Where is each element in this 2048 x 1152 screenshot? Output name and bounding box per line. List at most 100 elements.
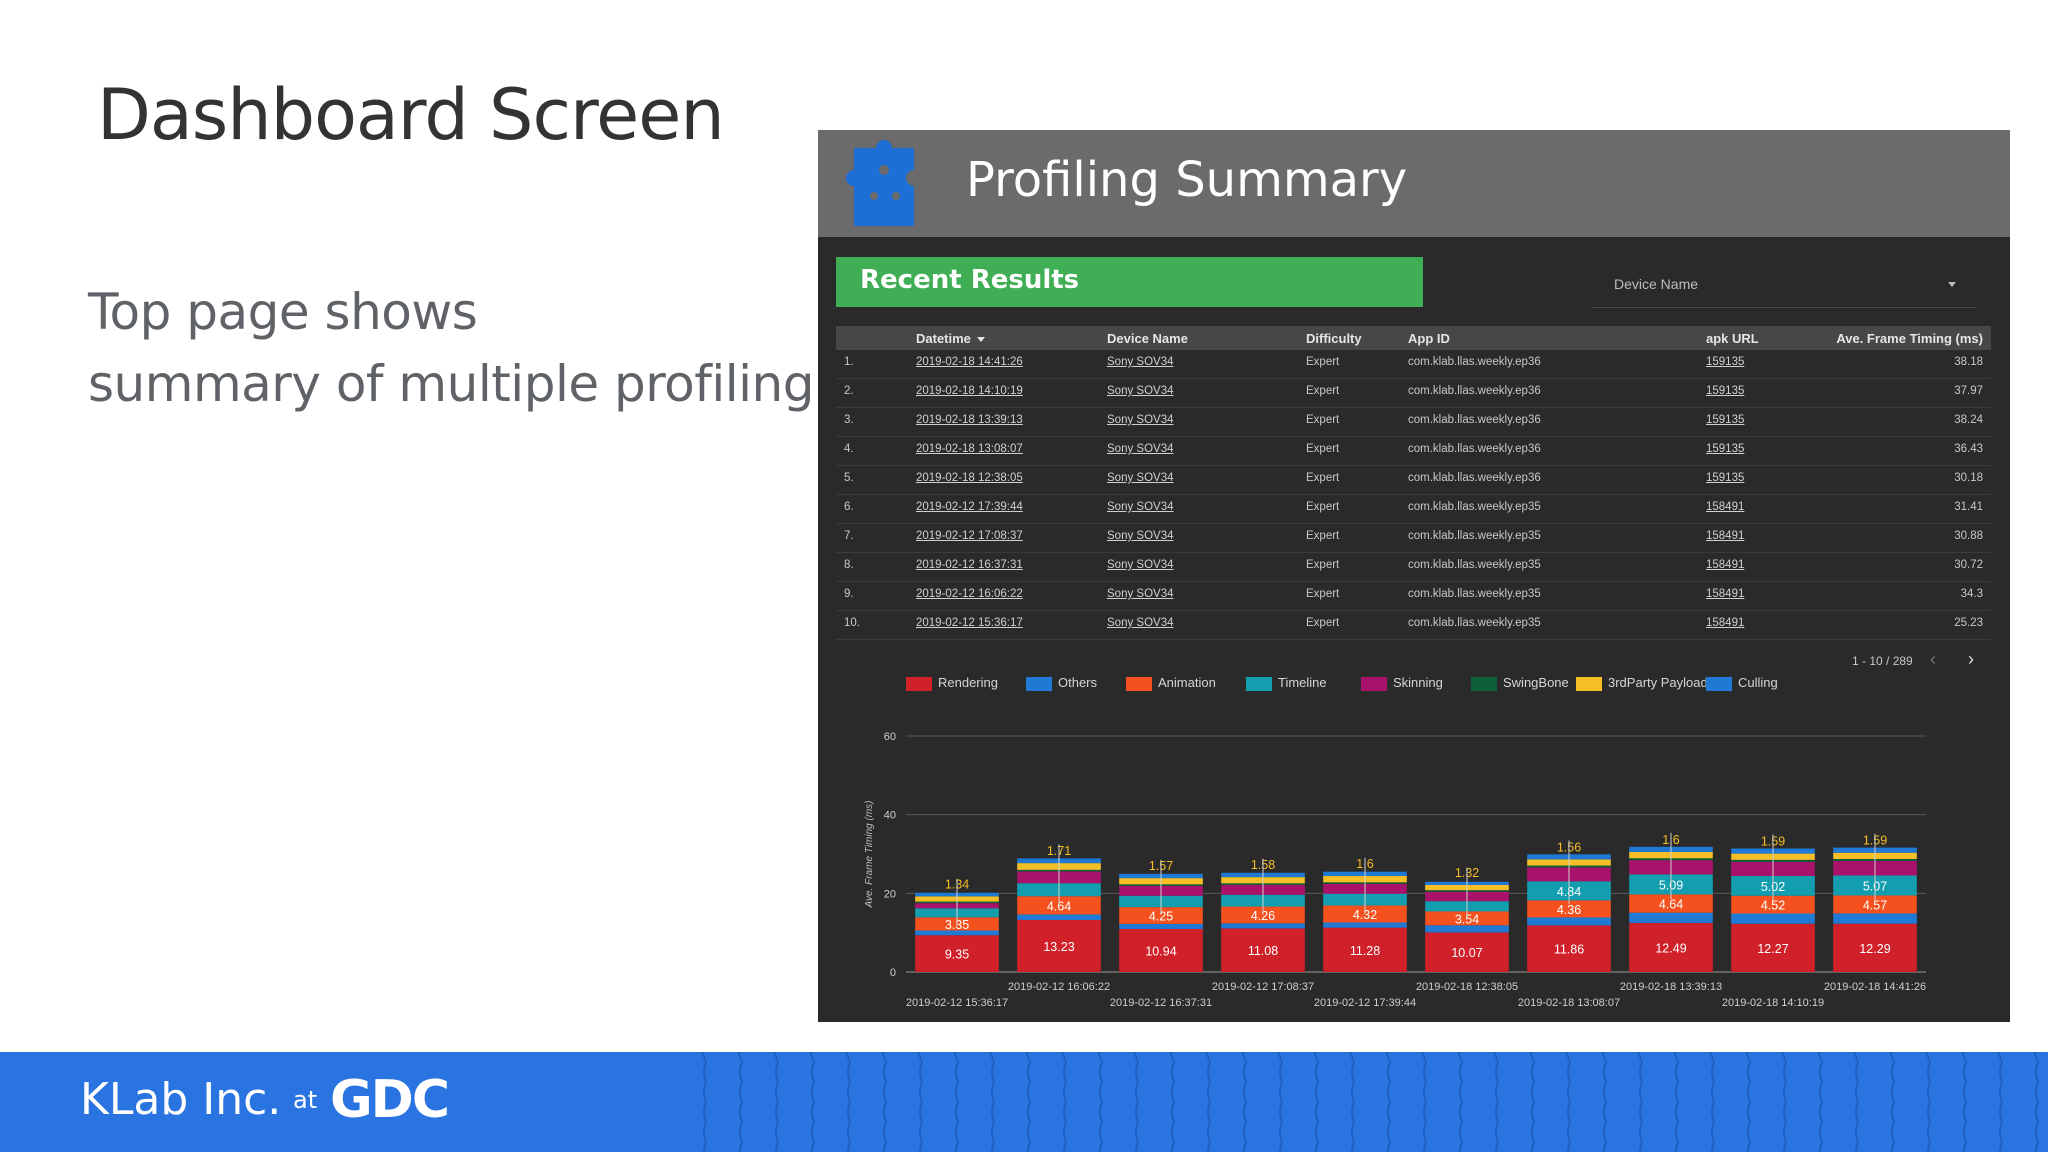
bar-segment-others (1833, 913, 1917, 924)
difficulty-cell: Expert (1306, 414, 1340, 426)
data-label: 12.27 (1757, 942, 1788, 956)
legend-item-animation[interactable]: Animation (1126, 675, 1216, 691)
x-tick-label: 2019-02-12 17:08:37 (1212, 981, 1314, 993)
table-row: 4. 2019-02-18 13:08:07 Sony SOV34 Expert com… (836, 437, 1991, 466)
device-link[interactable]: Sony SOV34 (1107, 414, 1173, 426)
table-row: 6. 2019-02-12 17:39:44 Sony SOV34 Expert com… (836, 495, 1991, 524)
x-tick-label: 2019-02-18 14:41:26 (1824, 981, 1926, 993)
wave-line (1637, 1052, 1644, 1152)
legend-swatch (1361, 676, 1387, 691)
legend-item-culling[interactable]: Culling (1706, 675, 1778, 691)
column-header-apk-url[interactable]: apk URL (1706, 331, 1759, 346)
wave-line (1025, 1052, 1032, 1152)
apk-link[interactable]: 158491 (1706, 559, 1744, 571)
data-label: 10.94 (1145, 944, 1176, 958)
row-number: 1. (844, 356, 854, 368)
device-link[interactable]: Sony SOV34 (1107, 385, 1173, 397)
legend-item-3rdparty-payload[interactable]: 3rdParty Payload (1576, 675, 1708, 691)
chevron-right-icon[interactable]: › (1968, 649, 1974, 670)
legend-item-rendering[interactable]: Rendering (906, 675, 998, 691)
wave-line (953, 1052, 960, 1152)
bar-segment-others (1527, 917, 1611, 926)
device-link[interactable]: Sony SOV34 (1107, 501, 1173, 513)
y-axis-label: Ave. Frame Timing (ms) (864, 801, 875, 909)
device-link[interactable]: Sony SOV34 (1107, 443, 1173, 455)
bar-segment-others (1119, 923, 1203, 929)
app-logo-icon (846, 140, 914, 226)
column-header-datetime[interactable]: Datetime (916, 331, 985, 346)
data-label: 12.29 (1859, 942, 1890, 956)
datetime-link[interactable]: 2019-02-12 16:37:31 (916, 559, 1023, 571)
frame-timing-cell: 30.18 (1954, 472, 1983, 484)
row-number: 7. (844, 530, 854, 542)
legend-swatch (1126, 676, 1152, 691)
wave-line (1349, 1052, 1356, 1152)
apk-link[interactable]: 159135 (1706, 472, 1744, 484)
datetime-link[interactable]: 2019-02-12 17:39:44 (916, 501, 1023, 513)
datetime-link[interactable]: 2019-02-18 13:39:13 (916, 414, 1023, 426)
device-name-select[interactable]: Device Name (1592, 266, 1976, 308)
apk-link[interactable]: 158491 (1706, 501, 1744, 513)
datetime-link[interactable]: 2019-02-12 17:08:37 (916, 530, 1023, 542)
datetime-link[interactable]: 2019-02-18 12:38:05 (916, 472, 1023, 484)
footer-at: at (293, 1086, 318, 1114)
table-row: 10. 2019-02-12 15:36:17 Sony SOV34 Expert co… (836, 611, 1991, 640)
data-label: 10.07 (1451, 946, 1482, 960)
difficulty-cell: Expert (1306, 385, 1340, 397)
device-link[interactable]: Sony SOV34 (1107, 472, 1173, 484)
column-header-frame-timing[interactable]: Ave. Frame Timing (ms) (1836, 331, 1983, 346)
dashboard-header: Profiling Summary (818, 130, 2010, 237)
datetime-link[interactable]: 2019-02-18 14:41:26 (916, 356, 1023, 368)
legend-item-skinning[interactable]: Skinning (1361, 675, 1443, 691)
wave-line (1529, 1052, 1536, 1152)
y-tick-label: 60 (884, 731, 896, 743)
row-number: 5. (844, 472, 854, 484)
column-header-app-id[interactable]: App ID (1408, 331, 1450, 346)
table-body: 1. 2019-02-18 14:41:26 Sony SOV34 Expert com… (836, 350, 1991, 640)
apk-link[interactable]: 159135 (1706, 356, 1744, 368)
apk-link[interactable]: 158491 (1706, 617, 1744, 629)
datetime-link[interactable]: 2019-02-12 15:36:17 (916, 617, 1023, 629)
device-link[interactable]: Sony SOV34 (1107, 559, 1173, 571)
wave-line (701, 1052, 708, 1152)
results-table: Datetime Device Name Difficulty App ID a… (836, 326, 1991, 640)
chevron-left-icon[interactable]: ‹ (1930, 649, 1936, 670)
device-link[interactable]: Sony SOV34 (1107, 530, 1173, 542)
legend-item-swingbone[interactable]: SwingBone (1471, 675, 1569, 691)
device-link[interactable]: Sony SOV34 (1107, 356, 1173, 368)
wave-line (845, 1052, 852, 1152)
datetime-link[interactable]: 2019-02-18 14:10:19 (916, 385, 1023, 397)
frame-timing-cell: 37.97 (1954, 385, 1983, 397)
slide-body-line-1: Top page shows (88, 283, 478, 341)
legend-item-timeline[interactable]: Timeline (1246, 675, 1327, 691)
legend-label: Rendering (938, 675, 998, 690)
column-header-difficulty[interactable]: Difficulty (1306, 331, 1362, 346)
row-number: 9. (844, 588, 854, 600)
apk-link[interactable]: 159135 (1706, 443, 1744, 455)
x-tick-label: 2019-02-18 13:39:13 (1620, 981, 1722, 993)
dashboard-title: Profiling Summary (966, 152, 1408, 208)
legend-item-others[interactable]: Others (1026, 675, 1097, 691)
app-id-cell: com.klab.llas.weekly.ep35 (1408, 559, 1541, 571)
apk-link[interactable]: 158491 (1706, 588, 1744, 600)
row-number: 6. (844, 501, 854, 513)
device-link[interactable]: Sony SOV34 (1107, 617, 1173, 629)
app-id-cell: com.klab.llas.weekly.ep35 (1408, 530, 1541, 542)
apk-link[interactable]: 159135 (1706, 414, 1744, 426)
datetime-link[interactable]: 2019-02-12 16:06:22 (916, 588, 1023, 600)
table-row: 7. 2019-02-12 17:08:37 Sony SOV34 Expert com… (836, 524, 1991, 553)
recent-results-label: Recent Results (860, 265, 1080, 295)
datetime-link[interactable]: 2019-02-18 13:08:07 (916, 443, 1023, 455)
difficulty-cell: Expert (1306, 501, 1340, 513)
apk-link[interactable]: 158491 (1706, 530, 1744, 542)
wave-line (881, 1052, 888, 1152)
sort-desc-icon (976, 337, 985, 343)
apk-link[interactable]: 159135 (1706, 385, 1744, 397)
wave-line (1061, 1052, 1068, 1152)
row-number: 2. (844, 385, 854, 397)
wave-line (1133, 1052, 1140, 1152)
wave-line (1673, 1052, 1680, 1152)
x-tick-label: 2019-02-18 13:08:07 (1518, 997, 1620, 1009)
column-header-device-name[interactable]: Device Name (1107, 331, 1188, 346)
device-link[interactable]: Sony SOV34 (1107, 588, 1173, 600)
